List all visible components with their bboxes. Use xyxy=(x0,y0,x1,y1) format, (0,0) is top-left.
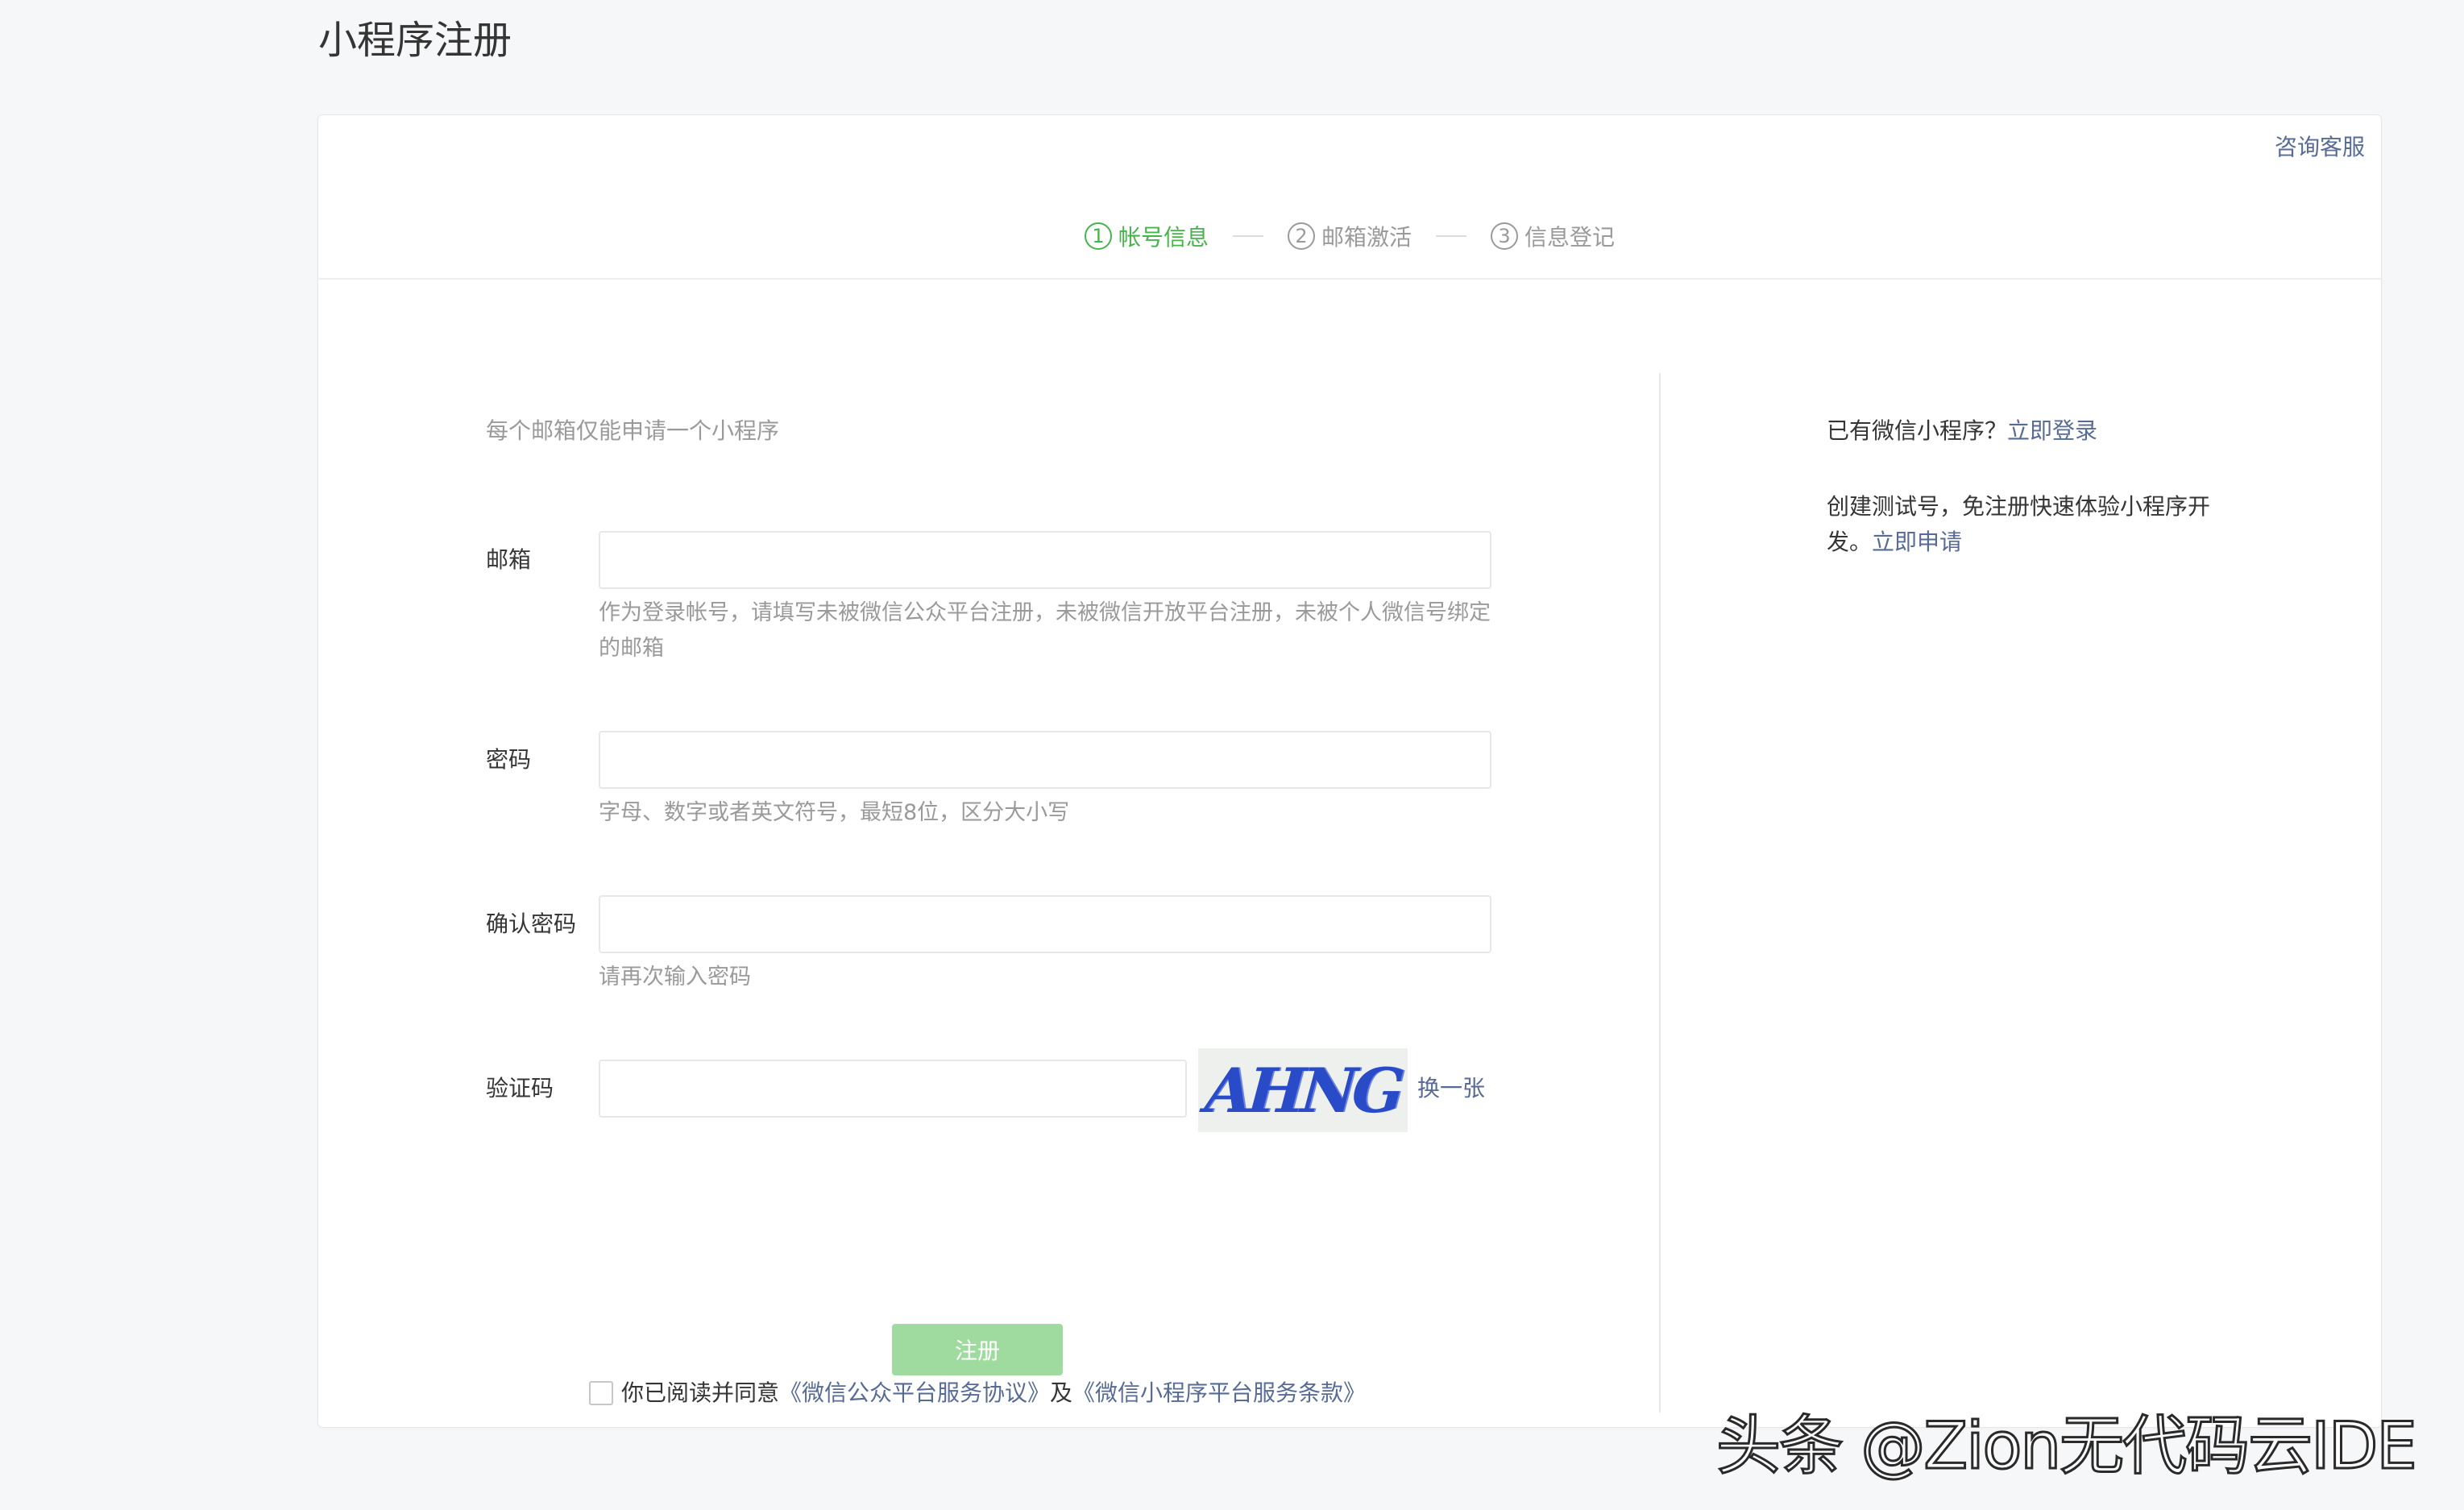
password-field[interactable] xyxy=(599,731,1491,789)
agreement-checkbox[interactable] xyxy=(589,1381,613,1405)
captcha-field[interactable] xyxy=(599,1060,1187,1118)
step-label: 信息登记 xyxy=(1524,224,1616,251)
step-separator xyxy=(1436,235,1466,237)
captcha-label: 验证码 xyxy=(486,1075,554,1101)
register-button[interactable]: 注册 xyxy=(892,1324,1063,1375)
step-label: 邮箱激活 xyxy=(1321,224,1412,251)
agreement-row: 你已阅读并同意 《微信公众平台服务协议》 及 《微信小程序平台服务条款》 xyxy=(589,1377,1366,1409)
existing-account-text: 已有微信小程序？ xyxy=(1827,417,2008,444)
confirm-password-label: 确认密码 xyxy=(486,911,577,937)
registration-card: 咨询客服 1 帐号信息 2 邮箱激活 3 信息登记 每个邮箱仅能申请一个小程序 … xyxy=(317,114,2382,1428)
confirm-password-tip: 请再次输入密码 xyxy=(599,964,751,989)
captcha-refresh-link[interactable]: 换一张 xyxy=(1417,1060,1485,1118)
step-separator xyxy=(1232,235,1263,237)
registration-page: 小程序注册 咨询客服 1 帐号信息 2 邮箱激活 3 信息登记 每个邮箱仅能申请… xyxy=(0,0,2464,1510)
step-indicator: 1 帐号信息 2 邮箱激活 3 信息登记 xyxy=(318,212,2381,260)
step-info-registration: 3 信息登记 xyxy=(1491,220,1615,252)
step-email-activation: 2 邮箱激活 xyxy=(1287,220,1412,252)
watermark: 头条 @Zion无代码云IDE xyxy=(1715,1408,2419,1485)
header-divider xyxy=(318,278,2381,280)
email-tip: 作为登录帐号，请填写未被微信公众平台注册，未被微信开放平台注册，未被个人微信号绑… xyxy=(599,600,1491,661)
page-title: 小程序注册 xyxy=(318,18,512,63)
captcha-image-text: AHNG xyxy=(1203,1054,1403,1126)
confirm-password-field[interactable] xyxy=(599,895,1491,953)
form-tips: 每个邮箱仅能申请一个小程序 xyxy=(486,417,780,444)
agreement-prefix: 你已阅读并同意 xyxy=(621,1379,780,1406)
service-terms-link[interactable]: 《微信小程序平台服务条款》 xyxy=(1072,1377,1366,1409)
agreement-middle: 及 xyxy=(1050,1379,1073,1406)
password-label: 密码 xyxy=(486,746,532,773)
step-account-info: 1 帐号信息 xyxy=(1084,220,1209,252)
login-link[interactable]: 立即登录 xyxy=(2007,417,2097,444)
email-field[interactable] xyxy=(599,531,1491,589)
service-agreement-link[interactable]: 《微信公众平台服务协议》 xyxy=(779,1377,1050,1409)
step-number-icon: 2 xyxy=(1287,222,1315,250)
step-number-icon: 3 xyxy=(1491,222,1518,250)
email-label: 邮箱 xyxy=(486,546,532,573)
consult-service-link[interactable]: 咨询客服 xyxy=(2275,131,2365,164)
apply-test-link[interactable]: 立即申请 xyxy=(1872,529,1962,555)
column-divider xyxy=(1659,373,1661,1413)
step-number-icon: 1 xyxy=(1084,222,1112,250)
password-tip: 字母、数字或者英文符号，最短8位，区分大小写 xyxy=(599,800,1070,825)
test-account-block: 创建测试号，免注册快速体验小程序开发。立即申请 xyxy=(1827,489,2246,560)
captcha-image[interactable]: AHNG xyxy=(1198,1048,1408,1132)
step-label: 帐号信息 xyxy=(1118,224,1209,251)
existing-account-block: 已有微信小程序？立即登录 xyxy=(1827,413,2246,449)
